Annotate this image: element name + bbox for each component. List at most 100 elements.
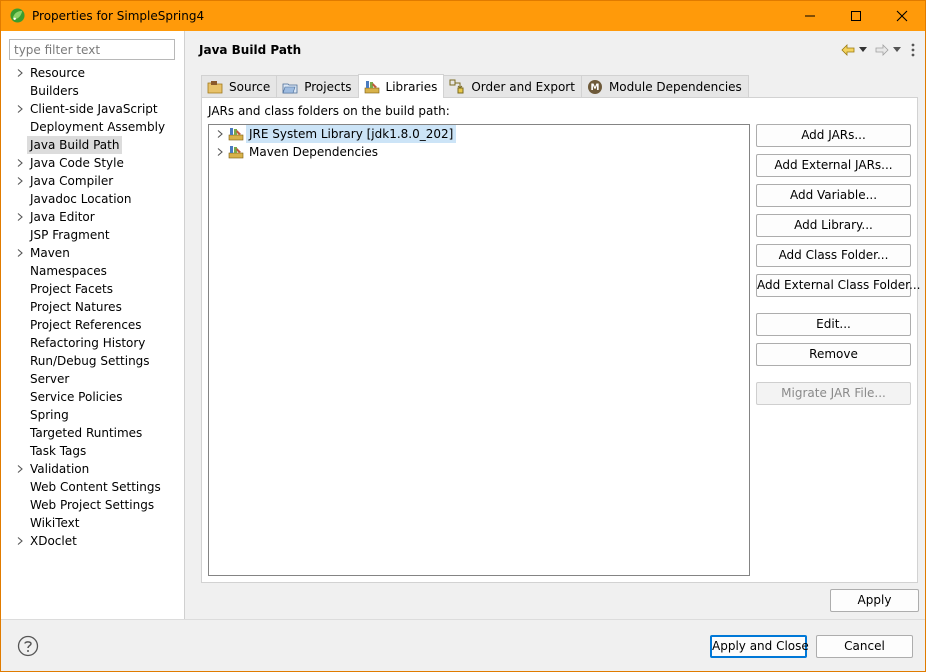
sidebar-item[interactable]: Refactoring History — [1, 334, 185, 352]
sidebar-item-label: Resource — [30, 66, 86, 80]
sidebar-item-label: Web Project Settings — [30, 498, 155, 512]
sidebar-item-label: Refactoring History — [30, 336, 146, 350]
projects-icon — [282, 83, 298, 94]
apply-button[interactable]: Apply — [830, 589, 919, 612]
view-menu-button[interactable] — [911, 43, 915, 57]
chevron-right-icon[interactable] — [16, 465, 24, 473]
sidebar-item-label: Run/Debug Settings — [30, 354, 150, 368]
sidebar-item-label: Targeted Runtimes — [30, 426, 143, 440]
sidebar-item[interactable]: JSP Fragment — [1, 226, 185, 244]
add-jars-button[interactable]: Add JARs... — [756, 124, 911, 147]
chevron-right-icon[interactable] — [16, 105, 24, 113]
chevron-right-icon[interactable] — [16, 537, 24, 545]
sidebar: Resource Builders Client-side JavaScript De… — [1, 31, 185, 619]
sidebar-item-label: Maven — [30, 246, 70, 260]
sidebar-item[interactable]: Java Compiler — [1, 172, 185, 190]
back-arrow-icon — [841, 44, 855, 56]
tab-label: Module Dependencies — [608, 80, 742, 94]
filter-input[interactable] — [9, 39, 175, 60]
build-path-tree[interactable]: JRE System Library [jdk1.8.0_202] Maven … — [208, 124, 750, 576]
sidebar-item[interactable]: Targeted Runtimes — [1, 424, 185, 442]
sidebar-item-label: Project Facets — [30, 282, 113, 296]
sidebar-item[interactable]: Namespaces — [1, 262, 185, 280]
chevron-right-icon[interactable] — [216, 148, 224, 156]
sidebar-item[interactable]: Client-side JavaScript — [1, 100, 185, 118]
sidebar-item[interactable]: XDoclet — [1, 532, 185, 550]
chevron-right-icon[interactable] — [16, 177, 24, 185]
close-icon — [896, 10, 908, 22]
forward-arrow-icon — [875, 44, 889, 56]
sidebar-item[interactable]: Service Policies — [1, 388, 185, 406]
sidebar-item-label: JSP Fragment — [30, 228, 110, 242]
forward-button[interactable] — [875, 44, 889, 56]
sidebar-item[interactable]: Javadoc Location — [1, 190, 185, 208]
maximize-button[interactable] — [833, 1, 879, 31]
tab-source[interactable]: Source — [201, 75, 278, 98]
sidebar-item-label: Java Editor — [30, 210, 95, 224]
sidebar-item-label: Namespaces — [30, 264, 107, 278]
add-variable-button[interactable]: Add Variable... — [756, 184, 911, 207]
sidebar-item-label: Project Natures — [30, 300, 122, 314]
sidebar-item[interactable]: Spring — [1, 406, 185, 424]
sidebar-item-label: Deployment Assembly — [30, 120, 166, 134]
sidebar-item[interactable]: Run/Debug Settings — [1, 352, 185, 370]
tree-item-label: JRE System Library [jdk1.8.0_202] — [246, 125, 457, 143]
sidebar-item-label: Service Policies — [30, 390, 123, 404]
tab-libraries[interactable]: Libraries — [357, 74, 445, 98]
sidebar-item[interactable]: Deployment Assembly — [1, 118, 185, 136]
cancel-button[interactable]: Cancel — [816, 635, 913, 658]
back-dropdown[interactable] — [859, 47, 867, 53]
sidebar-item[interactable]: Validation — [1, 460, 185, 478]
edit-button[interactable]: Edit... — [756, 313, 911, 336]
add-external-jars-button[interactable]: Add External JARs... — [756, 154, 911, 177]
sidebar-item[interactable]: Project Natures — [1, 298, 185, 316]
sidebar-item[interactable]: Server — [1, 370, 185, 388]
minimize-button[interactable] — [787, 1, 833, 31]
chevron-right-icon[interactable] — [16, 213, 24, 221]
tab-label: Source — [229, 80, 271, 94]
property-page-list: Resource Builders Client-side JavaScript De… — [1, 64, 185, 550]
sidebar-item[interactable]: Java Editor — [1, 208, 185, 226]
sidebar-item-label: Java Compiler — [30, 174, 114, 188]
page-title: Java Build Path — [199, 43, 302, 57]
tab-label: Libraries — [385, 79, 438, 94]
sidebar-item-label: Java Build Path — [27, 136, 123, 154]
chevron-right-icon[interactable] — [216, 130, 224, 138]
back-button[interactable] — [841, 44, 855, 56]
properties-dialog: Properties for SimpleSpring4 Resource Bui… — [0, 0, 926, 672]
build-path-caption: JARs and class folders on the build path… — [208, 104, 450, 118]
window-title: Properties for SimpleSpring4 — [32, 9, 205, 23]
tab-label: Projects — [304, 80, 352, 94]
sidebar-item[interactable]: Task Tags — [1, 442, 185, 460]
sidebar-item[interactable]: Maven — [1, 244, 185, 262]
sidebar-item[interactable]: Java Code Style — [1, 154, 185, 172]
svg-text:M: M — [590, 83, 599, 93]
chevron-right-icon[interactable] — [16, 159, 24, 167]
sidebar-item-label: Validation — [30, 462, 90, 476]
sidebar-item[interactable]: Web Project Settings — [1, 496, 185, 514]
help-icon[interactable] — [17, 635, 39, 657]
chevron-right-icon[interactable] — [16, 69, 24, 77]
sidebar-item[interactable]: WikiText — [1, 514, 185, 532]
apply-and-close-button[interactable]: Apply and Close — [710, 635, 809, 658]
sidebar-item[interactable]: Web Content Settings — [1, 478, 185, 496]
history-navigation — [837, 41, 915, 59]
source-folder-icon — [207, 81, 223, 94]
close-button[interactable] — [879, 1, 925, 31]
chevron-right-icon[interactable] — [16, 249, 24, 257]
migrate-jar-file-button[interactable]: Migrate JAR File... — [756, 382, 911, 405]
add-class-folder-button[interactable]: Add Class Folder... — [756, 244, 911, 267]
forward-dropdown[interactable] — [893, 47, 901, 53]
sidebar-item[interactable]: Java Build Path — [1, 136, 185, 154]
dialog-footer: Apply and Close Cancel — [1, 619, 925, 671]
sidebar-item[interactable]: Project Facets — [1, 280, 185, 298]
tab-projects[interactable]: Projects — [276, 75, 359, 98]
remove-button[interactable]: Remove — [756, 343, 911, 366]
add-library-button[interactable]: Add Library... — [756, 214, 911, 237]
tab-module-dependencies[interactable]: M Module Dependencies — [580, 75, 749, 98]
tab-order-and-export[interactable]: Order and Export — [443, 75, 582, 98]
add-external-class-folder-button[interactable]: Add External Class Folder... — [756, 274, 920, 297]
sidebar-item[interactable]: Builders — [1, 82, 185, 100]
sidebar-item[interactable]: Project References — [1, 316, 185, 334]
sidebar-item[interactable]: Resource — [1, 64, 185, 82]
